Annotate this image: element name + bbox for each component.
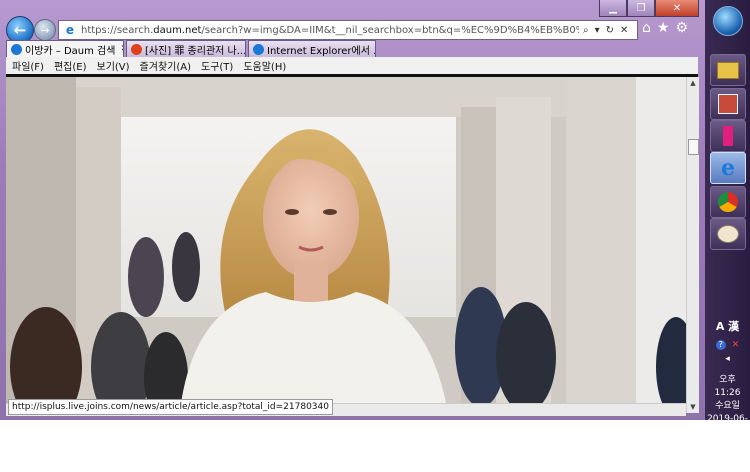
address-bar[interactable]: e https://search.daum.net/search?w=img&D… [58, 20, 638, 40]
home-icon[interactable]: ⌂ [642, 20, 651, 36]
refresh-icon[interactable]: ↻ [606, 25, 614, 36]
picture-icon [718, 94, 738, 114]
menu-view[interactable]: 보기(V) [97, 58, 130, 73]
tab-news-photo[interactable]: [사진] 罪 종리관저 나... [126, 40, 246, 57]
page-content [6, 77, 686, 403]
url-prefix: https://search. [81, 24, 154, 36]
maximize-button[interactable]: ❐ [627, 0, 655, 17]
browser-window: ▁ ❐ ✕ ← → e https://search.daum.net/sear… [0, 0, 706, 420]
tab-label: [사진] 罪 종리관저 나... [145, 45, 246, 57]
news-favicon-icon [131, 43, 142, 55]
network-warning-icon[interactable]: ✕ [732, 340, 740, 350]
ie-icon: e [65, 23, 75, 37]
favorites-star-icon[interactable]: ★ [657, 20, 670, 36]
search-icon[interactable]: ⌕ [583, 25, 589, 36]
menu-file[interactable]: 파일(F) [12, 58, 44, 73]
clock-date: 2019-06-05 [707, 414, 748, 437]
clock[interactable]: 오후 11:26 수요일 2019-06-05 [705, 374, 750, 439]
paint-palette-icon [717, 225, 739, 243]
taskbar: e A 漢 ? ✕ ◂ 오후 11:26 수요일 2019-06-05 [705, 0, 750, 437]
ie-taskbar-icon: e [721, 155, 735, 181]
stop-icon[interactable]: ✕ [620, 25, 628, 36]
taskbar-image-viewer[interactable] [710, 88, 746, 120]
help-icon[interactable]: ? [715, 340, 726, 350]
folder-icon [717, 61, 739, 79]
tab-daum-search[interactable]: 이방카 – Daum 검색 ✕ [6, 40, 124, 57]
clock-day: 수요일 [715, 401, 740, 411]
tab-label: Internet Explorer에서 ... [267, 45, 376, 57]
tab-strip: 이방카 – Daum 검색 ✕ [사진] 罪 종리관저 나... Interne… [6, 40, 376, 57]
tab-close-icon[interactable]: ✕ [120, 44, 123, 54]
forward-button[interactable]: → [34, 19, 56, 41]
ie-favicon-icon [11, 43, 22, 55]
ie-favicon-icon [253, 43, 264, 55]
menu-help[interactable]: 도움말(H) [243, 58, 286, 73]
status-bar-url: http://isplus.live.joins.com/news/articl… [8, 399, 333, 415]
app-icon [723, 126, 733, 146]
close-window-button[interactable]: ✕ [655, 0, 699, 17]
language-indicator[interactable]: A 漢 [716, 320, 739, 333]
taskbar-paint[interactable] [710, 218, 746, 250]
scroll-thumb[interactable] [688, 139, 699, 155]
clock-time: 오후 11:26 [714, 375, 741, 398]
tab-label: 이방카 – Daum 검색 [25, 45, 116, 57]
vertical-scrollbar[interactable]: ▲ ▼ [686, 77, 699, 413]
minimize-button[interactable]: ▁ [599, 0, 627, 17]
menu-edit[interactable]: 편집(E) [54, 58, 87, 73]
tray-expand-icon[interactable]: ◂ [705, 354, 750, 364]
url-text[interactable]: https://search.daum.net/search?w=img&DA=… [81, 25, 579, 36]
dropdown-icon[interactable]: ▾ [595, 25, 600, 36]
tab-internet-explorer[interactable]: Internet Explorer에서 ... [248, 40, 376, 57]
photo-image [6, 77, 686, 403]
url-rest: /search?w=img&DA=IIM&t__nil_searchbox=bt… [201, 24, 579, 36]
taskbar-explorer[interactable] [710, 54, 746, 86]
taskbar-app-pink[interactable] [710, 120, 746, 152]
gear-icon[interactable]: ⚙ [675, 20, 688, 36]
scroll-up-icon[interactable]: ▲ [687, 77, 699, 89]
menu-favorites[interactable]: 즐겨찾기(A) [140, 58, 191, 73]
taskbar-chrome[interactable] [710, 186, 746, 218]
start-orb-icon[interactable] [713, 6, 743, 36]
url-domain: daum.net [153, 24, 202, 36]
taskbar-internet-explorer[interactable]: e [710, 152, 746, 184]
scroll-down-icon[interactable]: ▼ [687, 401, 699, 413]
menu-bar: 파일(F) 편집(E) 보기(V) 즐겨찾기(A) 도구(T) 도움말(H) [6, 57, 698, 77]
chrome-icon [718, 192, 738, 212]
window-controls: ▁ ❐ ✕ [599, 0, 699, 17]
menu-tools[interactable]: 도구(T) [201, 58, 233, 73]
system-tray: A 漢 ? ✕ ◂ [705, 318, 750, 364]
